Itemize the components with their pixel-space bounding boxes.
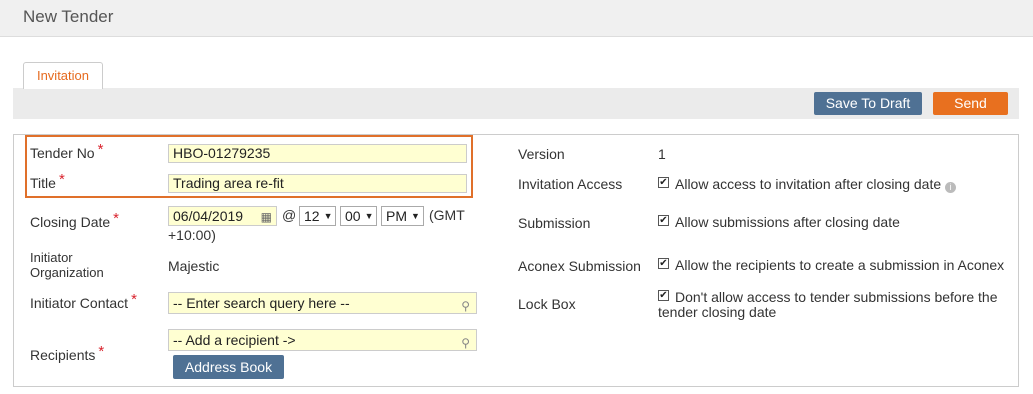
calendar-icon[interactable]: ▦ [261,208,272,226]
initiator-org-label: Initiator Organization [30,250,104,280]
search-icon[interactable]: ⚲ [461,296,470,316]
initiator-contact-label: Initiator Contact * [30,291,137,311]
ampm-select[interactable]: PM ▼ [381,206,424,226]
invitation-access-label: Invitation Access [518,176,623,192]
save-to-draft-button[interactable]: Save To Draft [814,92,922,115]
search-icon[interactable]: ⚲ [461,333,470,353]
invitation-access-checkbox[interactable]: ✔ [658,177,669,188]
page-header: New Tender [0,0,1033,37]
required-marker: * [58,171,65,188]
at-sign: @ [282,207,297,223]
aconex-submission-checkbox[interactable]: ✔ [658,258,669,269]
timezone-text: (GMT [429,207,465,223]
title-field[interactable]: Trading area re-fit [168,174,467,193]
initiator-contact-search-input[interactable]: -- Enter search query here -- ⚲ [168,292,477,314]
submission-label: Submission [518,215,591,231]
tab-invitation[interactable]: Invitation [23,62,103,89]
closing-date-value: 06/04/2019 [173,208,244,224]
page-title: New Tender [23,7,114,26]
version-value: 1 [658,146,666,162]
lock-box-label: Lock Box [518,296,576,312]
chevron-down-icon: ▼ [364,211,374,221]
required-marker: * [97,141,104,158]
version-label: Version [518,146,565,162]
timezone-offset: +10:00) [168,227,216,243]
lock-box-text-line1: Don't allow access to tender submissions… [675,289,998,305]
required-marker: * [131,291,137,308]
required-marker: * [98,343,105,360]
required-marker: * [113,210,119,227]
search-placeholder: -- Enter search query here -- [173,295,350,311]
hour-select[interactable]: 12 ▼ [299,206,336,226]
recipients-search-input[interactable]: -- Add a recipient -> ⚲ [168,329,477,351]
closing-date-field[interactable]: 06/04/2019 ▦ [168,206,277,226]
minute-select[interactable]: 00 ▼ [340,206,377,226]
lock-box-text-line2: tender closing date [658,304,777,320]
initiator-org-value: Majestic [168,258,220,274]
chevron-down-icon: ▼ [323,211,333,221]
chevron-down-icon: ▼ [411,211,420,221]
recipients-label: Recipients * [30,343,105,363]
closing-date-label: Closing Date * [30,210,119,230]
aconex-submission-label: Aconex Submission [518,258,641,274]
lock-box-checkbox[interactable]: ✔ [658,290,669,301]
submission-text: Allow submissions after closing date [675,214,900,230]
address-book-button[interactable]: Address Book [173,355,284,379]
search-placeholder: -- Add a recipient -> [173,332,296,348]
tender-no-field[interactable]: HBO-01279235 [168,144,467,163]
submission-checkbox[interactable]: ✔ [658,215,669,226]
tender-no-label: Tender No * [30,141,104,161]
title-label: Title * [30,171,65,191]
send-button[interactable]: Send [933,92,1008,115]
aconex-submission-text: Allow the recipients to create a submiss… [675,257,1005,273]
info-icon[interactable]: i [945,182,957,193]
invitation-access-text: Allow access to invitation after closing… [675,176,957,193]
